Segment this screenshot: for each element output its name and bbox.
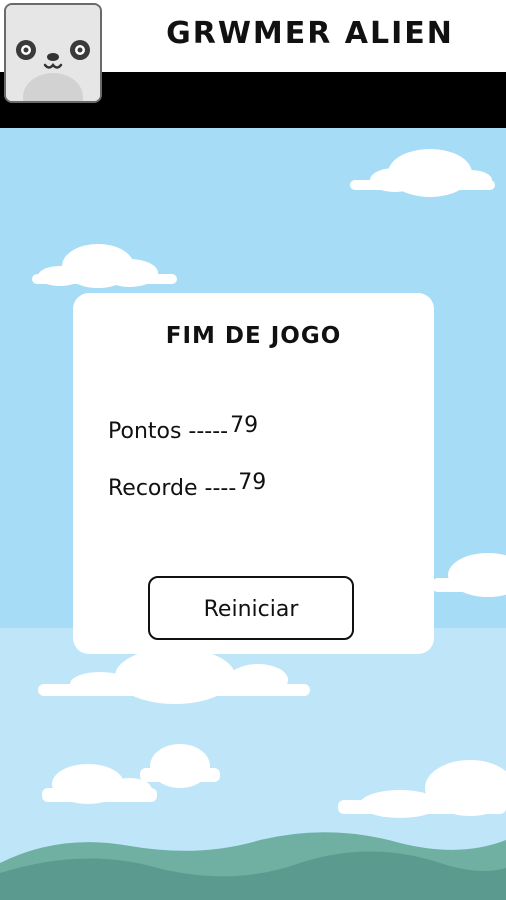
cloud	[350, 149, 495, 197]
restart-button[interactable]: Reiniciar	[148, 576, 354, 640]
cloud	[432, 553, 506, 597]
record-label: Recorde ----	[108, 476, 237, 501]
score-row: Pontos -----79	[108, 413, 258, 444]
record-value: 79	[238, 470, 267, 495]
game-over-title: FIM DE JOGO	[165, 323, 342, 349]
score-value: 79	[230, 413, 259, 438]
cloud	[32, 244, 177, 288]
score-label: Pontos -----	[108, 419, 229, 444]
app-title: GRWMER ALIEN	[166, 16, 454, 51]
game-over-panel: FIM DE JOGO Pontos -----79 Recorde ----7…	[73, 293, 434, 654]
record-row: Recorde ----79	[108, 470, 266, 501]
panda-face-icon	[4, 3, 102, 103]
